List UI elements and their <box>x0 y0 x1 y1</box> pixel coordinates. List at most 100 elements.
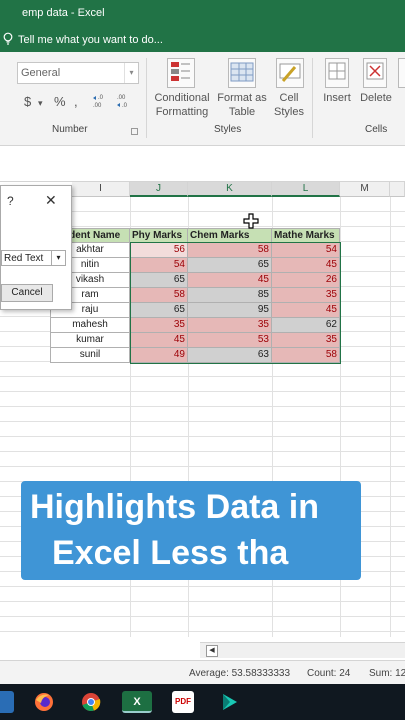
pdf-taskbar-label: PDF <box>175 697 191 706</box>
cell-math[interactable]: 35 <box>272 288 340 303</box>
conditional-formatting-label-1: Conditional <box>154 92 210 104</box>
window-title: emp data - Excel <box>22 7 105 19</box>
cell-math[interactable]: 58 <box>272 348 340 363</box>
cell-chem[interactable]: 95 <box>188 303 272 318</box>
insert-cells-icon[interactable] <box>325 58 349 88</box>
column-header-l[interactable]: L <box>272 182 340 197</box>
cell-phy[interactable]: 65 <box>130 273 188 288</box>
cell-chem[interactable]: 45 <box>188 273 272 288</box>
tell-me-input[interactable]: Tell me what you want to do... <box>18 34 163 46</box>
header-phy-marks[interactable]: Phy Marks <box>130 228 188 243</box>
styles-group-label: Styles <box>214 124 242 135</box>
increase-decimal-button[interactable]: .0.00 <box>92 92 110 112</box>
ribbon-separator <box>312 58 313 138</box>
cell-math[interactable]: 45 <box>272 258 340 273</box>
caption-line-1: Highlights Data in <box>30 488 319 526</box>
close-icon[interactable]: ✕ <box>45 192 57 209</box>
number-format-dropdown[interactable]: General ▾ <box>17 62 139 84</box>
app-icon[interactable] <box>0 691 14 713</box>
svg-text:.00: .00 <box>93 103 102 109</box>
cell-phy[interactable]: 65 <box>130 303 188 318</box>
chrome-icon[interactable] <box>80 691 102 713</box>
column-header-m[interactable]: M <box>340 182 390 197</box>
cell-chem[interactable]: 53 <box>188 333 272 348</box>
format-as-table-icon[interactable] <box>228 58 256 88</box>
caption-line-2: Excel Less tha <box>52 534 289 572</box>
svg-text:.0: .0 <box>122 103 128 109</box>
column-header-k[interactable]: K <box>188 182 272 197</box>
conditional-formatting-icon[interactable] <box>167 58 195 88</box>
number-group-label: Number <box>52 124 88 135</box>
cell-student-name[interactable]: mahesh <box>50 318 130 333</box>
excel-taskbar-icon[interactable]: X <box>122 691 152 713</box>
cell-phy[interactable]: 58 <box>130 288 188 303</box>
cell-chem[interactable]: 63 <box>188 348 272 363</box>
format-with-select[interactable]: Red Text ▾ <box>1 250 66 266</box>
cancel-button[interactable]: Cancel <box>1 284 53 302</box>
excel-taskbar-label: X <box>133 696 141 708</box>
cell-phy[interactable]: 45 <box>130 333 188 348</box>
grid-line <box>390 197 391 637</box>
crosshair-cursor-icon <box>243 213 259 229</box>
svg-text:.0: .0 <box>98 95 104 101</box>
column-header-n[interactable] <box>390 182 405 197</box>
column-header-i[interactable]: I <box>72 182 130 197</box>
header-chem-marks[interactable]: Chem Marks <box>188 228 272 243</box>
cell-math[interactable]: 35 <box>272 333 340 348</box>
cell-styles-button[interactable]: Cell Styles <box>268 91 310 119</box>
help-icon[interactable]: ? <box>7 194 14 208</box>
column-header-j[interactable]: J <box>130 182 188 197</box>
lightbulb-icon <box>3 32 13 48</box>
chevron-down-icon: ▾ <box>38 98 43 108</box>
pdf-icon[interactable]: PDF <box>172 691 194 713</box>
caption-banner: Highlights Data in Excel Less tha <box>21 481 361 580</box>
cell-phy[interactable]: 54 <box>130 258 188 273</box>
format-as-table-label-2: Table <box>228 106 256 118</box>
format-with-value: Red Text <box>4 253 44 264</box>
cell-phy[interactable]: 35 <box>130 318 188 333</box>
cell-chem[interactable]: 58 <box>188 243 272 258</box>
cell-styles-label-2: Styles <box>274 106 304 118</box>
delete-cells-icon[interactable] <box>363 58 387 88</box>
delete-button[interactable]: Delete <box>358 91 394 105</box>
cell-phy[interactable]: 56 <box>130 243 188 258</box>
status-bar: Average: 53.58333333 Count: 24 Sum: 12 <box>0 660 405 684</box>
cell-chem[interactable]: 65 <box>188 258 272 273</box>
firefox-icon[interactable] <box>33 691 55 713</box>
cell-math[interactable]: 62 <box>272 318 340 333</box>
ribbon: General ▾ $ ▾ % , .0.00 .00.0 Number Con… <box>0 52 405 146</box>
video-editor-icon[interactable] <box>218 691 240 713</box>
cell-chem[interactable]: 35 <box>188 318 272 333</box>
comma-button[interactable]: , <box>74 94 78 109</box>
status-sum: Sum: 12 <box>369 668 405 679</box>
conditional-formatting-label-2: Formatting <box>155 106 209 118</box>
cell-styles-icon[interactable] <box>276 58 304 88</box>
cell-student-name[interactable]: kumar <box>50 333 130 348</box>
status-count: Count: 24 <box>307 668 351 679</box>
scroll-left-icon[interactable]: ◀ <box>206 645 218 657</box>
decrease-decimal-button[interactable]: .00.0 <box>116 92 134 112</box>
status-average: Average: 53.58333333 <box>189 668 291 679</box>
ribbon-separator <box>146 58 147 138</box>
cell-phy[interactable]: 49 <box>130 348 188 363</box>
svg-text:.00: .00 <box>117 95 126 101</box>
cell-math[interactable]: 26 <box>272 273 340 288</box>
header-mathe-marks[interactable]: Mathe Marks <box>272 228 340 243</box>
cell-chem[interactable]: 85 <box>188 288 272 303</box>
tell-me-bar[interactable]: Tell me what you want to do... <box>0 28 405 52</box>
cell-math[interactable]: 54 <box>272 243 340 258</box>
chevron-down-icon: ▾ <box>51 251 65 265</box>
cell-student-name[interactable]: sunil <box>50 348 130 363</box>
less-than-dialog: ? ✕ Red Text ▾ Cancel <box>0 185 72 310</box>
insert-button[interactable]: Insert <box>320 91 354 105</box>
currency-button[interactable]: $ <box>24 94 31 109</box>
title-bar: emp data - Excel <box>0 0 405 28</box>
horizontal-scrollbar[interactable]: ◀ <box>200 642 405 658</box>
conditional-formatting-button[interactable]: Conditional Formatting <box>151 91 213 119</box>
format-cells-icon[interactable] <box>398 58 405 88</box>
format-as-table-button[interactable]: Format as Table <box>214 91 270 119</box>
percent-button[interactable]: % <box>54 94 66 109</box>
cell-math[interactable]: 45 <box>272 303 340 318</box>
dialog-launcher-icon[interactable] <box>131 128 138 135</box>
formula-bar-area <box>0 146 405 182</box>
